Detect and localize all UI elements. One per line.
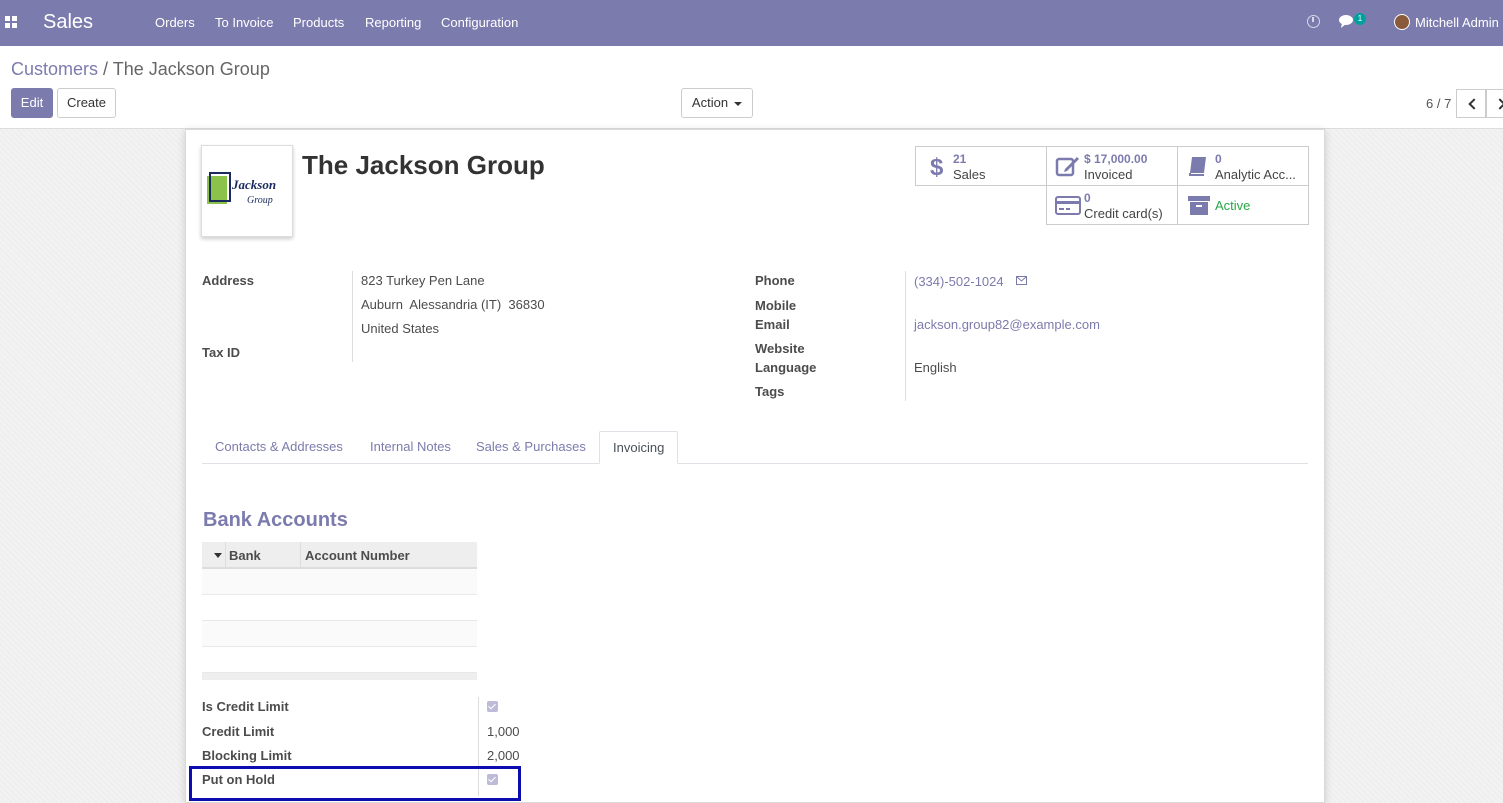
stat-invoiced-label: Invoiced — [1084, 167, 1133, 182]
stat-analytic-value: 0 — [1215, 152, 1222, 166]
email-value[interactable]: jackson.group82@example.com — [914, 317, 1100, 332]
edit-invoice-icon — [1055, 157, 1079, 177]
table-header: Bank Account Number — [202, 542, 477, 569]
form-sheet — [185, 129, 1325, 803]
address-city: Auburn Alessandria (IT) 36830 — [361, 297, 545, 312]
address-label: Address — [202, 273, 255, 288]
field-divider — [905, 271, 906, 401]
phone-value[interactable]: (334)-502-1024 — [914, 274, 1004, 289]
apps-grid-icon[interactable] — [5, 16, 18, 29]
edit-button[interactable]: Edit — [11, 88, 53, 118]
stat-credit-cards-button[interactable]: 0 Credit card(s) — [1046, 185, 1178, 225]
stat-active-label: Active — [1215, 198, 1251, 213]
stat-invoiced-button[interactable]: $ 17,000.00 Invoiced — [1046, 146, 1178, 186]
partner-name: The Jackson Group — [302, 150, 545, 180]
credit-card-icon — [1055, 196, 1081, 215]
sms-envelope-icon[interactable] — [1016, 276, 1027, 285]
chat-icon[interactable] — [1339, 15, 1355, 28]
menu-reporting[interactable]: Reporting — [365, 15, 421, 30]
credit-limit-label: Credit Limit — [202, 724, 275, 739]
stat-invoiced-value: $ 17,000.00 — [1084, 152, 1148, 166]
breadcrumb-current: The Jackson Group — [112, 59, 270, 79]
stat-sales-button[interactable]: $ 21 Sales — [915, 146, 1047, 186]
email-label: Email — [755, 317, 790, 332]
language-label: Language — [755, 360, 817, 375]
svg-text:Jackson: Jackson — [231, 177, 276, 192]
menu-orders[interactable]: Orders — [155, 15, 195, 30]
tab-contacts-addresses[interactable]: Contacts & Addresses — [202, 431, 356, 464]
tab-invoicing[interactable]: Invoicing — [599, 431, 679, 464]
tags-label: Tags — [755, 384, 785, 399]
address-country: United States — [361, 321, 440, 336]
pager-previous-button[interactable] — [1456, 89, 1486, 118]
table-row — [202, 621, 477, 647]
clock-icon[interactable] — [1307, 15, 1320, 28]
menu-to-invoice[interactable]: To Invoice — [215, 15, 274, 30]
mobile-label: Mobile — [755, 298, 797, 313]
tax-id-label: Tax ID — [202, 345, 241, 360]
tab-sales-purchases[interactable]: Sales & Purchases — [463, 431, 599, 464]
column-account-number[interactable]: Account Number — [305, 548, 410, 563]
menu-products[interactable]: Products — [293, 15, 344, 30]
is-credit-limit-label: Is Credit Limit — [202, 699, 289, 714]
caret-down-icon — [734, 101, 743, 106]
create-button[interactable]: Create — [57, 88, 116, 118]
bank-accounts-title: Bank Accounts — [203, 509, 348, 531]
tab-internal-notes[interactable]: Internal Notes — [357, 431, 464, 464]
phone-label: Phone — [755, 273, 795, 288]
chat-badge: 1 — [1354, 13, 1366, 25]
website-label: Website — [755, 341, 805, 356]
blocking-limit-value: 2,000 — [487, 748, 520, 763]
put-on-hold-highlight — [189, 766, 521, 801]
user-menu[interactable]: Mitchell Admin — [1415, 15, 1499, 30]
archive-icon — [1188, 196, 1210, 215]
bank-accounts-table: Bank Account Number — [202, 542, 477, 680]
address-street: 823 Turkey Pen Lane — [361, 273, 485, 288]
action-dropdown[interactable]: Action — [681, 88, 753, 118]
dollar-icon: $ — [930, 154, 944, 179]
table-row — [202, 647, 477, 673]
svg-text:$: $ — [930, 154, 944, 179]
book-icon — [1189, 157, 1206, 176]
breadcrumb-customers[interactable]: Customers — [11, 59, 98, 79]
chevron-right-icon — [1494, 98, 1503, 110]
top-navbar: Sales Orders To Invoice Products Reporti… — [0, 0, 1503, 46]
chevron-left-icon — [1468, 98, 1480, 110]
action-label: Action — [691, 95, 729, 110]
credit-limit-value: 1,000 — [487, 724, 520, 739]
pager-next-button[interactable] — [1486, 89, 1503, 118]
menu-configuration[interactable]: Configuration — [441, 15, 518, 30]
stat-sales-label: Sales — [953, 167, 986, 182]
blocking-limit-label: Blocking Limit — [202, 748, 292, 763]
stat-analytic-label: Analytic Acc... — [1215, 167, 1296, 182]
stat-credit-cards-value: 0 — [1084, 191, 1091, 205]
partner-logo[interactable]: Jackson Group — [201, 145, 293, 237]
table-row — [202, 569, 477, 595]
column-bank[interactable]: Bank — [229, 548, 261, 563]
pager-value[interactable]: 6 / 7 — [1426, 96, 1451, 111]
avatar[interactable] — [1394, 14, 1410, 30]
table-footer — [202, 673, 477, 680]
is-credit-limit-checkbox[interactable] — [487, 701, 498, 712]
breadcrumb-separator: / — [103, 59, 109, 79]
stat-sales-value: 21 — [953, 152, 967, 166]
stat-active-toggle[interactable]: Active — [1177, 185, 1309, 225]
sort-caret-icon[interactable] — [214, 553, 222, 558]
svg-text:Group: Group — [247, 195, 273, 206]
field-divider — [352, 271, 353, 362]
breadcrumb: Customers / The Jackson Group — [11, 59, 270, 80]
stat-credit-cards-label: Credit card(s) — [1084, 206, 1163, 221]
table-row — [202, 595, 477, 621]
stat-analytic-button[interactable]: 0 Analytic Acc... — [1177, 146, 1309, 186]
app-name[interactable]: Sales — [43, 11, 93, 34]
language-value: English — [914, 360, 957, 375]
